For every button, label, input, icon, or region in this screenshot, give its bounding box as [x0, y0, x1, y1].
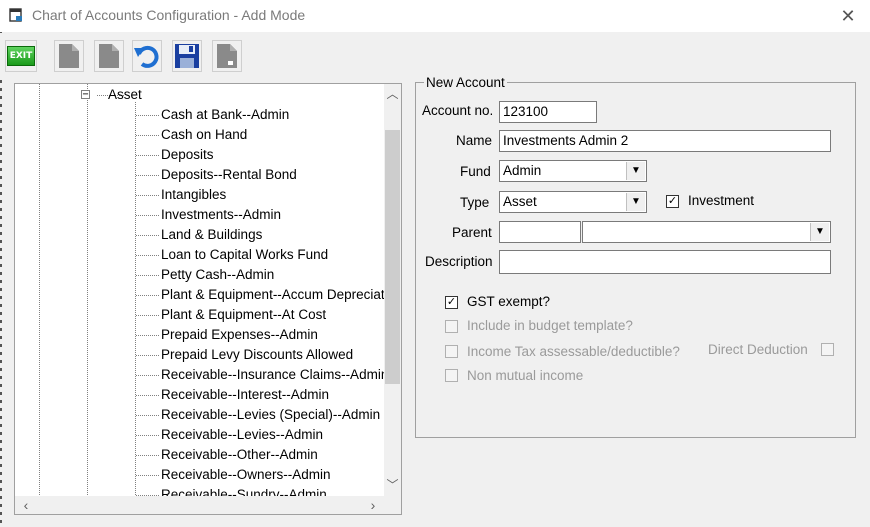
type-select[interactable]: Asset ▼ [499, 191, 647, 213]
description-field[interactable] [499, 250, 831, 274]
investment-label: Investment [688, 193, 755, 208]
toolbar: EXIT [0, 33, 870, 77]
tree-item[interactable]: Plant & Equipment--At Cost [161, 305, 326, 325]
vertical-scroll-thumb[interactable] [385, 130, 400, 384]
income-tax-label: Income Tax assessable/deductible? [467, 344, 680, 359]
undo-icon [134, 45, 159, 68]
name-label: Name [456, 133, 493, 148]
group-title: New Account [424, 75, 507, 90]
scroll-left-icon[interactable]: ‹ [17, 496, 35, 514]
tree-item[interactable]: Receivable--Levies (Special)--Admin [161, 405, 380, 425]
exit-icon: EXIT [7, 46, 35, 66]
scroll-right-icon[interactable]: › [364, 496, 382, 514]
scrollbar-corner [384, 496, 401, 514]
edit-document-icon [99, 44, 119, 68]
direct-deduction-label: Direct Deduction [708, 342, 808, 357]
undo-button[interactable] [132, 40, 162, 72]
description-label: Description [425, 254, 493, 269]
type-value: Asset [503, 194, 537, 209]
window-left-edge [0, 32, 2, 527]
tree-vertical-scrollbar[interactable]: ︿ ﹀ [384, 84, 401, 496]
tree-item[interactable]: Receivable--Insurance Claims--Admin [161, 365, 388, 385]
tree-item[interactable]: Receivable--Levies--Admin [161, 425, 323, 445]
tree-item[interactable]: Cash on Hand [161, 125, 247, 145]
parent-code-field[interactable] [499, 221, 581, 243]
parent-select[interactable]: ▼ [582, 221, 831, 243]
save-icon [175, 44, 199, 68]
save-button[interactable] [172, 40, 202, 72]
account-no-label: Account no. [422, 103, 494, 118]
scroll-up-icon[interactable]: ︿ [384, 86, 401, 103]
tree-item[interactable]: Land & Buildings [161, 225, 262, 245]
tree-item[interactable]: Plant & Equipment--Accum Depreciati [161, 285, 388, 305]
tree-item[interactable]: Deposits [161, 145, 214, 165]
chevron-down-icon[interactable]: ▼ [810, 223, 829, 241]
type-label: Type [460, 195, 490, 210]
tree-item[interactable]: Prepaid Expenses--Admin [161, 325, 318, 345]
income-tax-checkbox[interactable] [445, 345, 458, 358]
fund-value: Admin [503, 163, 542, 178]
non-mutual-label: Non mutual income [467, 368, 584, 383]
tree-item[interactable]: Deposits--Rental Bond [161, 165, 297, 185]
non-mutual-checkbox[interactable] [445, 369, 458, 382]
chevron-down-icon[interactable]: ▼ [626, 193, 645, 211]
app-icon [9, 8, 22, 22]
delete-document-button[interactable] [212, 40, 242, 72]
budget-template-checkbox[interactable] [445, 320, 458, 333]
tree-item[interactable]: Intangibles [161, 185, 226, 205]
new-document-button[interactable] [54, 40, 84, 72]
name-field[interactable]: Investments Admin 2 [499, 130, 831, 152]
new-document-icon [59, 44, 79, 68]
tree-item[interactable]: Receivable--Other--Admin [161, 445, 318, 465]
gst-exempt-label: GST exempt? [467, 294, 551, 309]
close-icon[interactable]: ✕ [838, 6, 858, 26]
title-bar: Chart of Accounts Configuration - Add Mo… [0, 0, 870, 32]
window-title: Chart of Accounts Configuration - Add Mo… [32, 7, 306, 23]
tree-item[interactable]: Receivable--Owners--Admin [161, 465, 331, 485]
fund-select[interactable]: Admin ▼ [499, 160, 647, 182]
edit-document-button[interactable] [94, 40, 124, 72]
scroll-down-icon[interactable]: ﹀ [384, 477, 401, 494]
gst-exempt-checkbox[interactable]: ✓ [445, 296, 458, 309]
fund-label: Fund [460, 164, 491, 179]
tree-node-asset[interactable]: − Asset [81, 87, 142, 102]
tree-item[interactable]: Cash at Bank--Admin [161, 105, 289, 125]
tree-item[interactable]: Receivable--Interest--Admin [161, 385, 329, 405]
account-tree[interactable]: − Asset Cash at Bank--Admin Cash on Hand… [14, 83, 402, 515]
tree-item[interactable]: Petty Cash--Admin [161, 265, 274, 285]
delete-document-icon [217, 44, 237, 68]
direct-deduction-checkbox[interactable] [821, 343, 834, 356]
tree-horizontal-scrollbar[interactable]: ‹ › [15, 496, 384, 514]
chevron-down-icon[interactable]: ▼ [626, 162, 645, 180]
tree-item[interactable]: Prepaid Levy Discounts Allowed [161, 345, 353, 365]
tree-item[interactable]: Investments--Admin [161, 205, 281, 225]
tree-root-label: Asset [108, 87, 142, 102]
parent-label: Parent [452, 225, 492, 240]
collapse-icon[interactable]: − [81, 90, 90, 100]
account-no-field[interactable]: 123100 [499, 101, 597, 123]
investment-checkbox[interactable]: ✓ [666, 195, 679, 208]
tree-item[interactable]: Loan to Capital Works Fund [161, 245, 328, 265]
exit-button[interactable]: EXIT [5, 40, 37, 72]
budget-template-label: Include in budget template? [467, 318, 633, 333]
